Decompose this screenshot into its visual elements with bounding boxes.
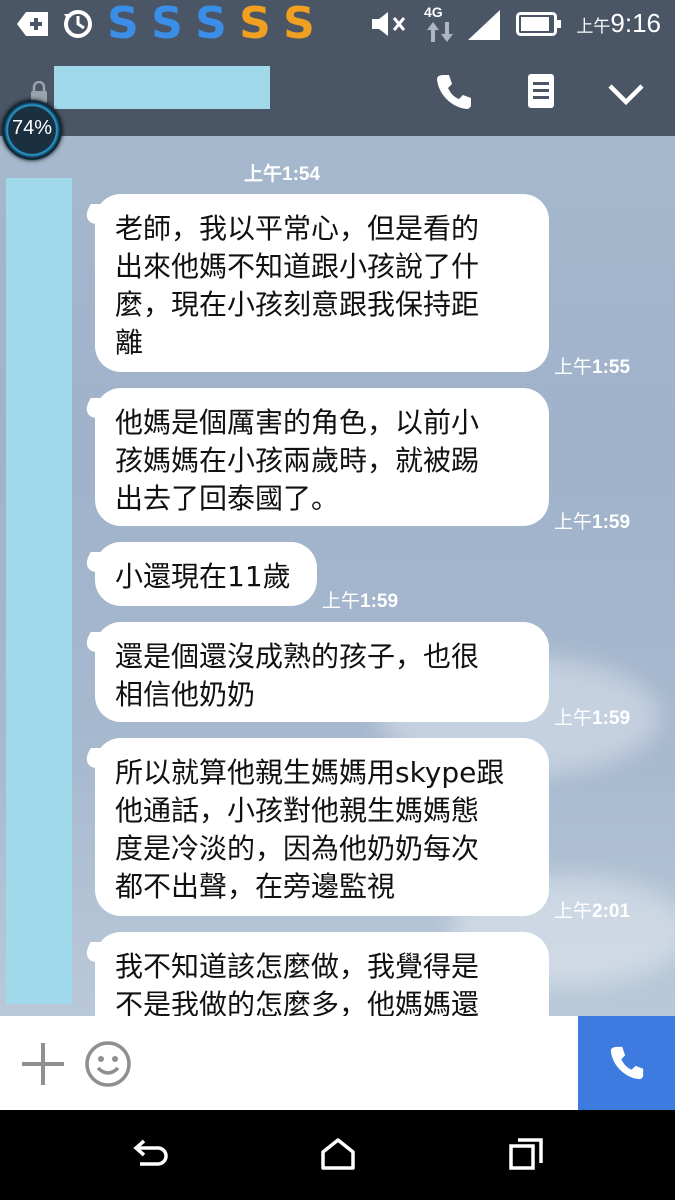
back-icon[interactable] (132, 1137, 170, 1171)
message-time: 上午2:01 (554, 901, 631, 922)
message-line: 他媽是個厲害的角色，以前小 (115, 406, 480, 439)
message-time: 上午1:55 (554, 357, 631, 378)
message-line: 我不知道該怎麼做，我覺得是 (115, 950, 480, 983)
message-line: 麼，現在小孩刻意跟我保持距 (115, 288, 480, 321)
sync-icon (64, 10, 92, 38)
call-icon (610, 1046, 644, 1080)
plus-icon[interactable] (20, 1041, 66, 1087)
message-time: 上午1:59 (554, 512, 631, 533)
message-line: 還是個還沒成熟的孩子，也很 (115, 640, 480, 673)
message-line: 所以就算他親生媽媽用skype跟 (115, 756, 505, 789)
notes-icon[interactable] (526, 72, 556, 112)
message-line: 出來他媽不知道跟小孩說了什 (115, 250, 480, 283)
message-line: 離 (115, 326, 144, 359)
chat-header (0, 48, 675, 136)
date-separator: 上午1:54 (244, 164, 321, 185)
s-icon: S (239, 0, 271, 49)
message-line: 度是冷淡的，因為他奶奶每次 (115, 832, 480, 865)
data-arrows-icon (427, 22, 453, 42)
message-line: 出去了回泰國了。 (115, 482, 340, 515)
message-line: 相信他奶奶 (115, 678, 256, 711)
s-icon: S (195, 0, 227, 49)
message-line: 他通話，小孩對他親生媽媽態 (115, 794, 480, 827)
message-bubble[interactable]: 老師，我以平常心，但是看的 出來他媽不知道跟小孩說了什 麼，現在小孩刻意跟我保持… (95, 194, 549, 372)
signal-icon (468, 10, 500, 40)
network-type: 4G (424, 4, 443, 20)
add-box-icon (17, 12, 48, 36)
s-icon: S (151, 0, 183, 49)
battery-overlay-widget[interactable]: 74% (2, 100, 62, 160)
recents-icon[interactable] (508, 1137, 544, 1171)
input-bar (0, 1016, 675, 1110)
s-icon: S (283, 0, 315, 49)
system-nav-bar (0, 1110, 675, 1200)
home-icon[interactable] (320, 1137, 356, 1171)
message-time: 上午1:59 (322, 591, 399, 612)
chat-title-redacted[interactable] (54, 66, 270, 109)
battery-percent: 74% (11, 117, 53, 139)
message-bubble[interactable]: 還是個還沒成熟的孩子，也很 相信他奶奶 (95, 622, 549, 722)
message-line: 都不出聲，在旁邊監視 (115, 870, 396, 903)
message-bubble[interactable]: 所以就算他親生媽媽用skype跟 他通話，小孩對他親生媽媽態 度是冷淡的，因為他… (95, 738, 549, 916)
clock: 上午9:16 (576, 8, 661, 38)
message-time: 上午1:59 (554, 708, 631, 729)
mute-icon (372, 12, 406, 36)
sender-avatar-redacted[interactable] (6, 178, 72, 1004)
message-line: 老師，我以平常心，但是看的 (115, 212, 480, 245)
message-line: 不是我做的怎麼多，他媽媽還 (115, 988, 480, 1016)
phone-icon[interactable] (434, 72, 474, 112)
emoji-icon[interactable] (84, 1040, 132, 1088)
s-icon: S (107, 0, 139, 49)
message-bubble[interactable]: 我不知道該怎麼做，我覺得是 不是我做的怎麼多，他媽媽還 (95, 932, 549, 1016)
battery-icon (516, 12, 561, 36)
chevron-down-icon[interactable] (606, 80, 646, 108)
status-bar: S S S S S 4G 上午9:16 (0, 0, 675, 48)
message-line: 孩媽媽在小孩兩歲時，就被踢 (115, 444, 480, 477)
message-bubble[interactable]: 他媽是個厲害的角色，以前小 孩媽媽在小孩兩歲時，就被踢 出去了回泰國了。 (95, 388, 549, 526)
message-bubble[interactable]: 小還現在11歲 (95, 542, 317, 606)
message-line: 小還現在11歲 (115, 560, 291, 593)
message-list[interactable]: 上午1:54 老師，我以平常心，但是看的 出來他媽不知道跟小孩說了什 麼，現在小… (0, 136, 675, 1016)
call-button[interactable] (578, 1016, 675, 1110)
